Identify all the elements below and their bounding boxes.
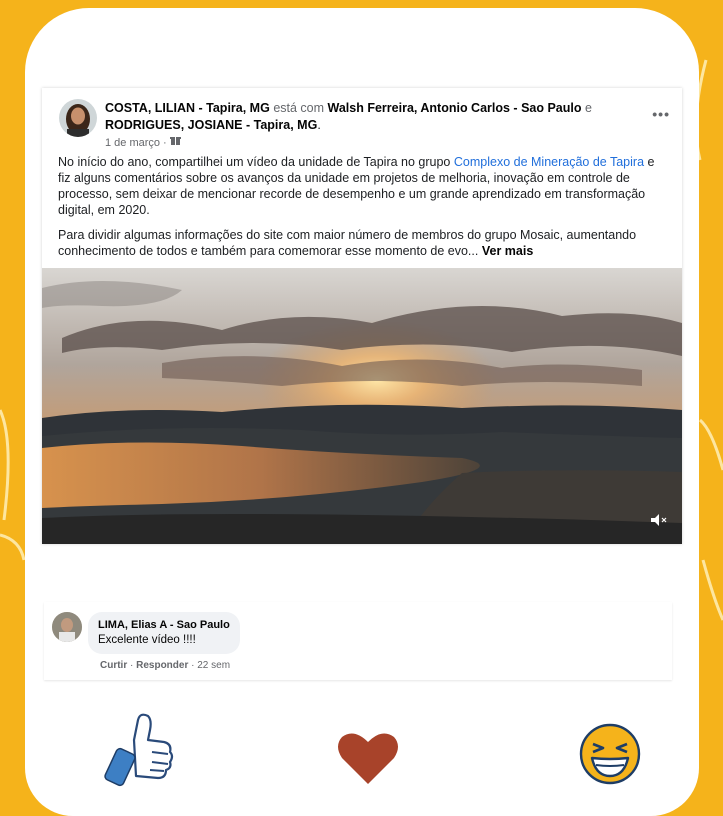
tagged-person-2[interactable]: RODRIGUES, JOSIANE - Tapira, MG (105, 118, 317, 132)
reply-comment-button[interactable]: Responder (136, 660, 188, 671)
post-header: COSTA, LILIAN - Tapira, MG está com Wals… (42, 88, 682, 149)
and-word: e (584, 101, 592, 115)
audience-icon (169, 136, 181, 149)
see-more-link[interactable]: Ver mais (482, 244, 533, 258)
comment-text: Excelente vídeo !!!! (98, 634, 196, 646)
comment-actions: Curtir · Responder · 22 sem (100, 660, 230, 671)
paragraph-2-text: Para dividir algumas informações do site… (58, 228, 637, 258)
like-comment-button[interactable]: Curtir (100, 660, 127, 671)
actions-sep-1: · (127, 660, 137, 671)
author-name[interactable]: COSTA, LILIAN - Tapira, MG (105, 101, 270, 115)
sunset-landscape-image (42, 268, 682, 544)
laughing-face-icon (578, 722, 642, 791)
group-link[interactable]: Complexo de Mineração de Tapira (454, 155, 644, 169)
post-paragraph-1: No início do ano, compartilhei um vídeo … (58, 154, 668, 218)
thumbs-up-icon (104, 712, 176, 793)
more-options-icon[interactable]: ••• (652, 106, 670, 122)
author-line-period: . (317, 118, 321, 132)
commenter-avatar[interactable] (52, 612, 82, 642)
paragraph-1-start: No início do ano, compartilhei um vídeo … (58, 155, 454, 169)
post-video[interactable] (42, 268, 682, 544)
with-word: está com (273, 101, 325, 115)
post-text: No início do ano, compartilhei um vídeo … (42, 148, 682, 259)
heart-icon (336, 730, 400, 791)
author-avatar[interactable] (59, 99, 97, 137)
post-meta: 1 de março · (105, 136, 181, 149)
tagged-person-1[interactable]: Walsh Ferreira, Antonio Carlos - Sao Pau… (328, 101, 582, 115)
comment-bubble: LIMA, Elias A - Sao Paulo Excelente víde… (88, 612, 240, 654)
white-card: COSTA, LILIAN - Tapira, MG está com Wals… (25, 8, 699, 816)
facebook-post: COSTA, LILIAN - Tapira, MG está com Wals… (42, 88, 682, 544)
comment-section: LIMA, Elias A - Sao Paulo Excelente víde… (44, 602, 672, 680)
post-paragraph-2: Para dividir algumas informações do site… (58, 227, 668, 259)
post-author-line: COSTA, LILIAN - Tapira, MG está com Wals… (105, 100, 645, 134)
post-date[interactable]: 1 de março (105, 137, 160, 149)
actions-sep-2: · (188, 660, 198, 671)
meta-dot: · (163, 136, 167, 149)
commenter-name[interactable]: LIMA, Elias A - Sao Paulo (98, 618, 230, 633)
comment-time[interactable]: 22 sem (197, 660, 230, 671)
volume-muted-icon[interactable] (650, 513, 668, 530)
